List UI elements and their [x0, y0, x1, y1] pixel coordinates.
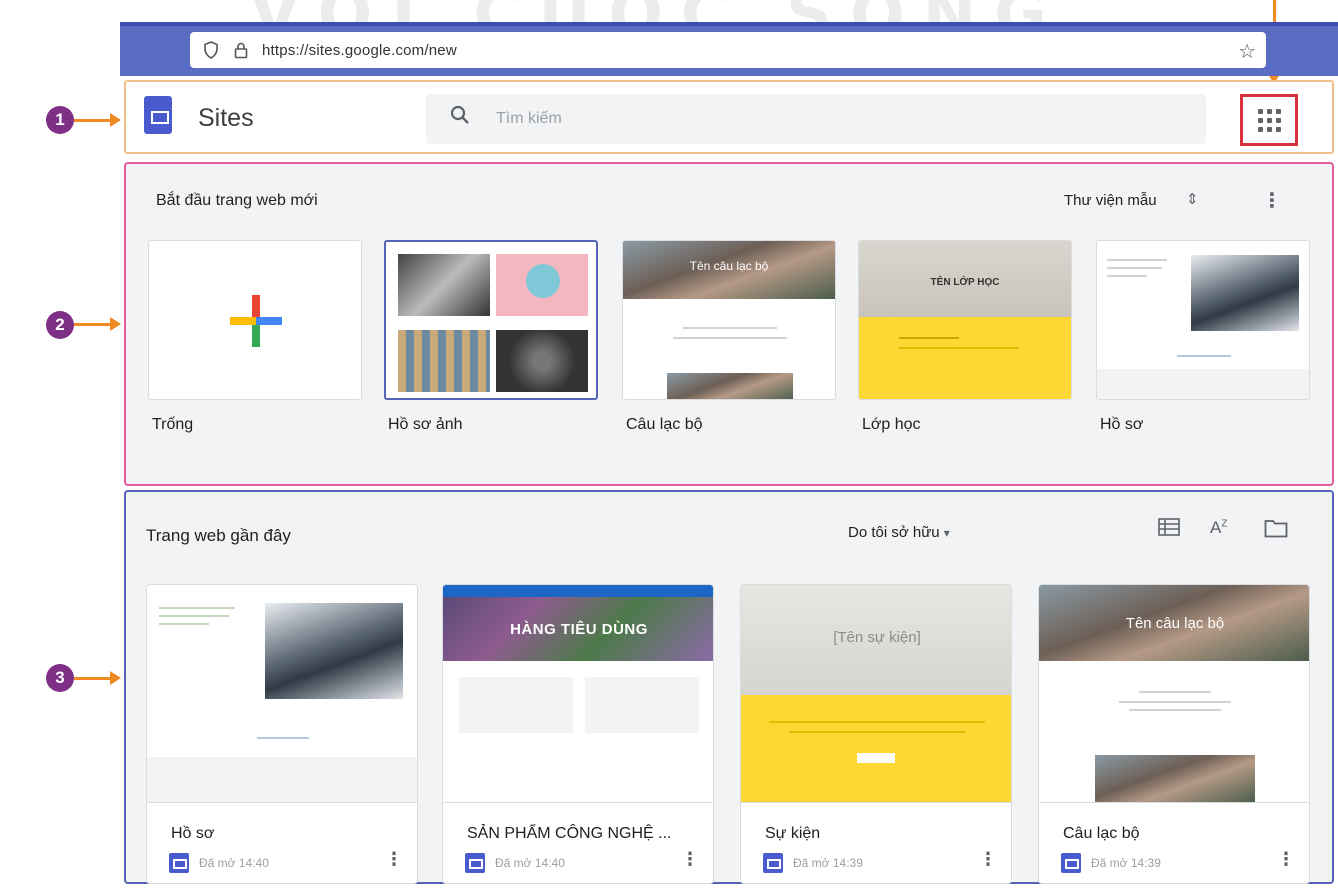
- sites-header: Sites Tìm kiếm: [124, 80, 1334, 154]
- template-gallery-toggle[interactable]: Thư viện mẫu: [1064, 192, 1157, 209]
- sort-az-icon[interactable]: AZ: [1210, 518, 1227, 538]
- recent-site-card[interactable]: Tên câu lạc bộ Câu lạc bộ Đã mở 14:39 ⋮: [1038, 584, 1310, 884]
- browser-toolbar: https://sites.google.com/new ☆: [120, 22, 1338, 76]
- search-icon[interactable]: [450, 105, 470, 131]
- recent-site-card[interactable]: [Tên sự kiện] Sự kiện Đã mở 14:39 ⋮: [740, 584, 1012, 884]
- lock-icon[interactable]: [232, 41, 250, 59]
- callout-1-arrow: [74, 119, 112, 122]
- search-input[interactable]: Tìm kiếm: [426, 94, 1206, 144]
- address-bar[interactable]: https://sites.google.com/new ☆: [190, 32, 1266, 68]
- last-opened: Đã mở 14:40: [199, 856, 269, 870]
- template-blank[interactable]: [148, 240, 362, 400]
- more-options-icon[interactable]: ⋮: [681, 849, 699, 870]
- callout-3-arrow: [74, 677, 112, 680]
- site-name[interactable]: Câu lạc bộ: [1063, 825, 1140, 843]
- site-thumb-title: [Tên sự kiện]: [833, 629, 921, 646]
- callout-1-arrow-head: [110, 113, 121, 127]
- sites-file-icon: [465, 853, 485, 873]
- owner-filter-label: Do tôi sở hữu: [848, 524, 940, 541]
- site-name[interactable]: SẢN PHẨM CÔNG NGHỆ ...: [467, 825, 671, 843]
- dropdown-arrow-icon: ▾: [943, 526, 950, 540]
- last-opened: Đã mở 14:40: [495, 856, 565, 870]
- more-options-icon[interactable]: ⋮: [979, 849, 997, 870]
- page: VỚI CUỘC SỐNG https://sites.google.com/n…: [0, 0, 1338, 888]
- template-label: Hồ sơ: [1100, 416, 1144, 433]
- callout-2-arrow-head: [110, 317, 121, 331]
- site-thumb-title: HÀNG TIÊU DÙNG: [510, 621, 648, 638]
- template-club[interactable]: Tên câu lạc bộ: [622, 240, 836, 400]
- template-section-title: Bắt đầu trang web mới: [156, 192, 318, 209]
- url-text[interactable]: https://sites.google.com/new: [262, 42, 457, 59]
- template-photo-profile[interactable]: [384, 240, 598, 400]
- template-label: Trống: [152, 416, 194, 433]
- more-options-icon[interactable]: ⋮: [385, 849, 403, 870]
- sites-file-icon: [169, 853, 189, 873]
- last-opened: Đã mở 14:39: [1091, 856, 1161, 870]
- sites-logo-icon[interactable]: [144, 96, 172, 134]
- bookmark-star-icon[interactable]: ☆: [1238, 39, 1256, 64]
- template-gallery: Bắt đầu trang web mới Thư viện mẫu ⇕ ⋮ T…: [124, 162, 1334, 486]
- apps-grid-icon[interactable]: [1240, 94, 1298, 146]
- recent-sites: Trang web gần đây Do tôi sở hữu ▾ AZ Hồ …: [124, 490, 1334, 884]
- search-placeholder: Tìm kiếm: [496, 110, 562, 127]
- site-thumbnail[interactable]: [147, 585, 417, 803]
- shield-icon[interactable]: [202, 41, 220, 59]
- callout-3: 3: [46, 664, 74, 692]
- sites-file-icon: [1061, 853, 1081, 873]
- template-class[interactable]: TÊN LỚP HỌC: [858, 240, 1072, 400]
- template-profile[interactable]: [1096, 240, 1310, 400]
- callout-3-arrow-head: [110, 671, 121, 685]
- recent-site-card[interactable]: Hồ sơ Đã mở 14:40 ⋮: [146, 584, 418, 884]
- callout-2-arrow: [74, 323, 112, 326]
- template-label: Hồ sơ ảnh: [388, 416, 463, 433]
- template-class-thumb-title: TÊN LỚP HỌC: [930, 277, 1000, 288]
- folder-icon[interactable]: [1264, 518, 1288, 544]
- app-title[interactable]: Sites: [198, 104, 254, 133]
- site-thumbnail[interactable]: HÀNG TIÊU DÙNG: [443, 585, 713, 803]
- callout-2: 2: [46, 311, 74, 339]
- expand-collapse-icon[interactable]: ⇕: [1186, 190, 1199, 208]
- list-view-icon[interactable]: [1158, 518, 1180, 542]
- recent-site-card[interactable]: HÀNG TIÊU DÙNG SẢN PHẨM CÔNG NGHỆ ... Đã…: [442, 584, 714, 884]
- callout-1: 1: [46, 106, 74, 134]
- more-options-icon[interactable]: ⋮: [1262, 188, 1282, 213]
- last-opened: Đã mở 14:39: [793, 856, 863, 870]
- site-thumbnail[interactable]: Tên câu lạc bộ: [1039, 585, 1309, 803]
- site-thumbnail[interactable]: [Tên sự kiện]: [741, 585, 1011, 803]
- more-options-icon[interactable]: ⋮: [1277, 849, 1295, 870]
- recent-section-title: Trang web gần đây: [146, 526, 291, 545]
- template-label: Lớp học: [862, 416, 921, 433]
- site-thumb-title: Tên câu lạc bộ: [1125, 615, 1225, 632]
- site-name[interactable]: Sự kiện: [765, 825, 820, 843]
- site-name[interactable]: Hồ sơ: [171, 825, 214, 843]
- owner-filter-dropdown[interactable]: Do tôi sở hữu ▾: [848, 524, 950, 541]
- sites-file-icon: [763, 853, 783, 873]
- plus-icon: [230, 295, 282, 347]
- template-label: Câu lạc bộ: [626, 416, 703, 433]
- template-club-thumb-title: Tên câu lạc bộ: [689, 259, 769, 273]
